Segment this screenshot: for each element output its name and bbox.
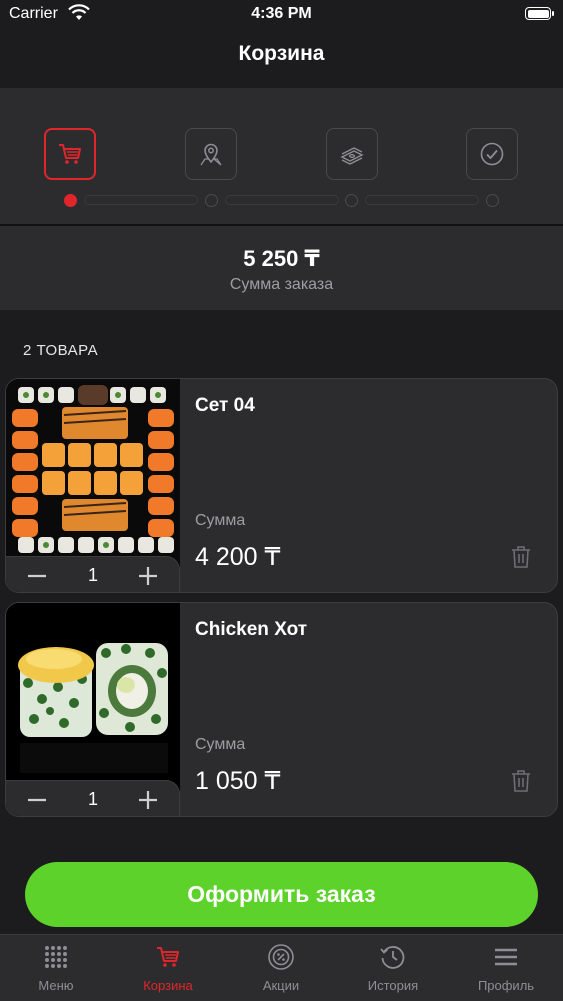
- order-total-label: Сумма заказа: [229, 276, 334, 293]
- product-name: Сет 04: [195, 395, 255, 416]
- tab-cart[interactable]: Корзина: [112, 943, 224, 993]
- plus-icon: [139, 791, 157, 809]
- order-total: 5 250 ₸: [243, 246, 320, 271]
- location-pin-icon: [200, 143, 222, 166]
- clock: 4:36 PM: [251, 5, 312, 22]
- increase-button[interactable]: [133, 785, 163, 815]
- cart-item: Chicken Хот Сумма 1 050 ₸ 1: [5, 602, 558, 817]
- step-dot-3: [345, 194, 358, 207]
- cart-item: Сет 04 Сумма 4 200 ₸ 1: [5, 378, 558, 593]
- menu-grid-icon: [45, 946, 67, 968]
- history-clock-icon: [380, 946, 405, 969]
- step-dot-4: [486, 194, 499, 207]
- hamburger-icon: [495, 948, 517, 966]
- step-confirm[interactable]: [466, 128, 518, 180]
- tab-history[interactable]: История: [337, 943, 449, 993]
- plus-icon: [139, 567, 157, 585]
- tab-label: Меню: [38, 978, 74, 993]
- page-title: Корзина: [238, 42, 325, 65]
- item-price: 1 050 ₸: [195, 767, 281, 795]
- tab-label: Профиль: [477, 978, 535, 993]
- tab-promotions[interactable]: Акции: [225, 943, 337, 993]
- tab-label: Корзина: [143, 978, 193, 993]
- order-summary: 5 250 ₸ Сумма заказа: [0, 226, 563, 310]
- tab-label: История: [367, 978, 419, 993]
- tab-menu[interactable]: Меню: [0, 943, 112, 993]
- step-payment[interactable]: [326, 128, 378, 180]
- checkout-steps: [0, 88, 563, 226]
- cart-icon: [59, 144, 81, 164]
- cart-icon: [157, 947, 179, 967]
- step-progress-line: [225, 195, 339, 205]
- tab-profile[interactable]: Профиль: [450, 943, 562, 993]
- tab-label: Акции: [262, 978, 300, 993]
- product-name: Chicken Хот: [195, 619, 308, 640]
- checkout-button[interactable]: Оформить заказ: [25, 862, 538, 927]
- quantity-stepper: 1: [6, 780, 180, 816]
- step-dot-1: [64, 194, 77, 207]
- increase-button[interactable]: [133, 561, 163, 591]
- battery-icon: [525, 7, 554, 20]
- quantity-stepper: 1: [6, 556, 180, 592]
- trash-icon[interactable]: [511, 769, 531, 793]
- trash-icon[interactable]: [511, 545, 531, 569]
- cash-icon: [340, 147, 364, 165]
- sum-label: Сумма: [195, 736, 246, 753]
- step-address[interactable]: [185, 128, 237, 180]
- tab-bar: Меню Корзина Акции История Профиль: [0, 934, 563, 1001]
- checkmark-icon: [480, 142, 504, 166]
- step-cart[interactable]: [44, 128, 96, 180]
- status-bar: Carrier 4:36 PM: [0, 0, 563, 30]
- step-progress-line: [365, 195, 479, 205]
- item-price: 4 200 ₸: [195, 543, 281, 571]
- items-count: 2 ТОВАРА: [23, 342, 99, 359]
- sum-label: Сумма: [195, 512, 246, 529]
- step-dot-2: [205, 194, 218, 207]
- percent-badge-icon: [268, 944, 294, 970]
- step-progress-line: [84, 195, 198, 205]
